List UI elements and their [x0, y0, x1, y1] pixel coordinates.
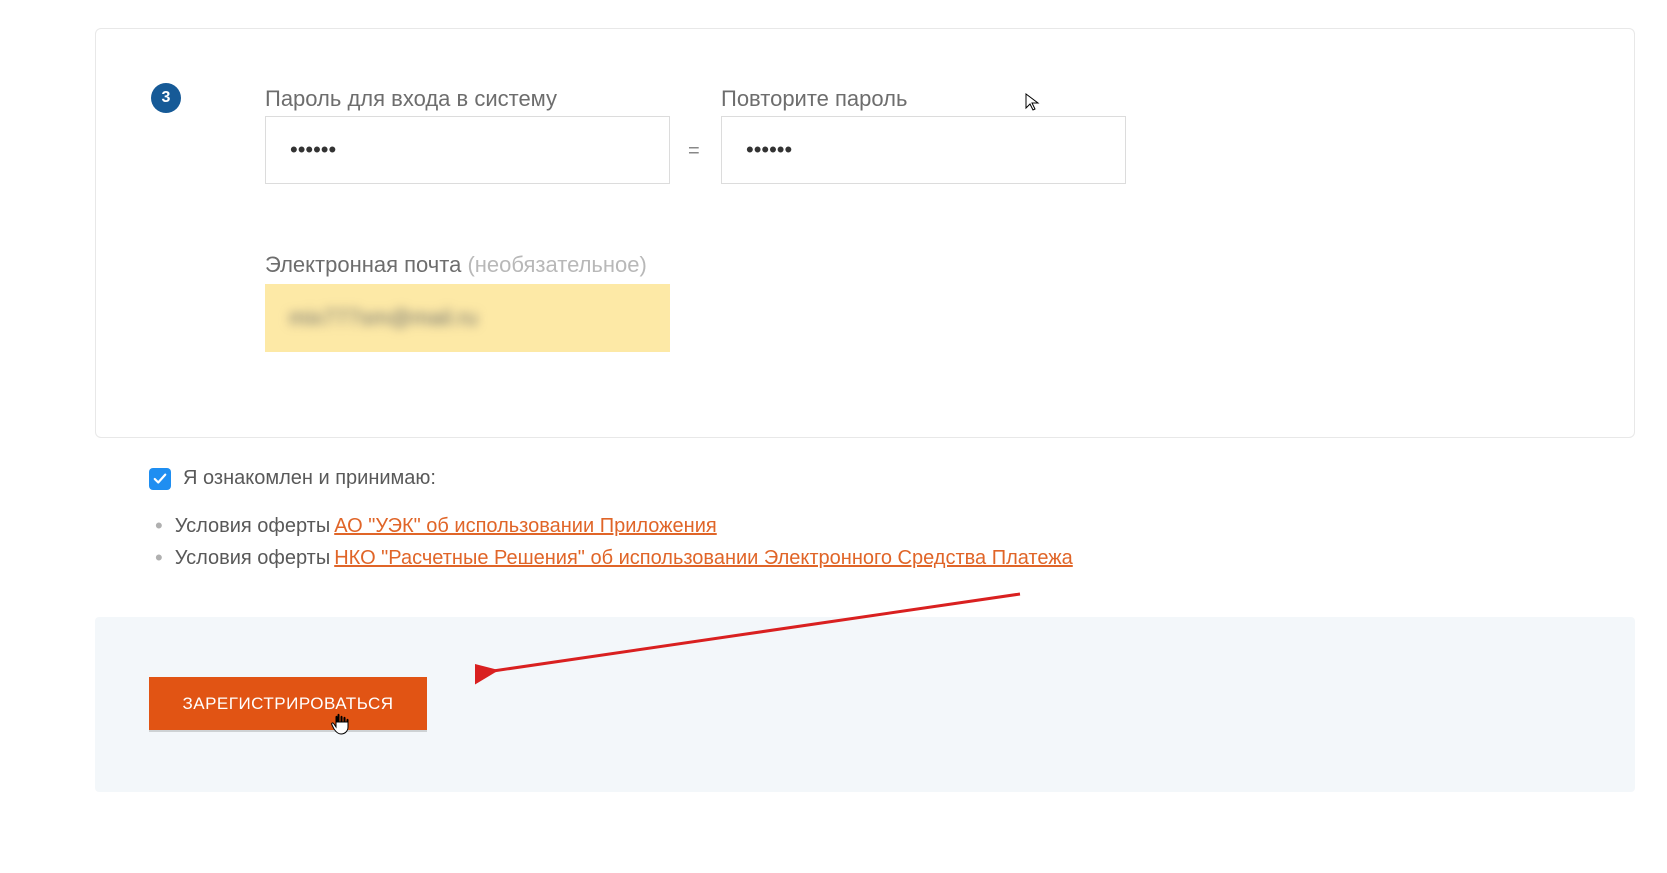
- terms-link-nko[interactable]: НКО "Расчетные Решения" об использовании…: [334, 547, 1073, 570]
- list-item: Условия оферты НКО "Расчетные Решения" о…: [155, 542, 1073, 574]
- step-number: 3: [162, 89, 171, 107]
- terms-link-uek[interactable]: АО "УЭК" об использовании Приложения: [334, 515, 717, 538]
- terms-list: Условия оферты АО "УЭК" об использовании…: [155, 510, 1073, 574]
- password-label: Пароль для входа в систему: [265, 86, 557, 112]
- list-item: Условия оферты АО "УЭК" об использовании…: [155, 510, 1073, 542]
- check-icon: [153, 472, 167, 486]
- register-button[interactable]: ЗАРЕГИСТРИРОВАТЬСЯ: [149, 677, 427, 730]
- email-value: mix777sm@mail.ru: [289, 305, 478, 331]
- consent-label: Я ознакомлен и принимаю:: [183, 467, 436, 490]
- step-badge: 3: [151, 83, 181, 113]
- password-input[interactable]: [265, 116, 670, 184]
- consent-checkbox[interactable]: [149, 468, 171, 490]
- email-optional-hint: (необязательное): [467, 252, 646, 277]
- email-input[interactable]: mix777sm@mail.ru: [265, 284, 670, 352]
- consent-row: Я ознакомлен и принимаю:: [149, 467, 436, 490]
- repeat-password-input[interactable]: [721, 116, 1126, 184]
- email-label: Электронная почта (необязательное): [265, 252, 647, 278]
- equals-sign: =: [688, 140, 700, 163]
- repeat-password-label: Повторите пароль: [721, 86, 907, 112]
